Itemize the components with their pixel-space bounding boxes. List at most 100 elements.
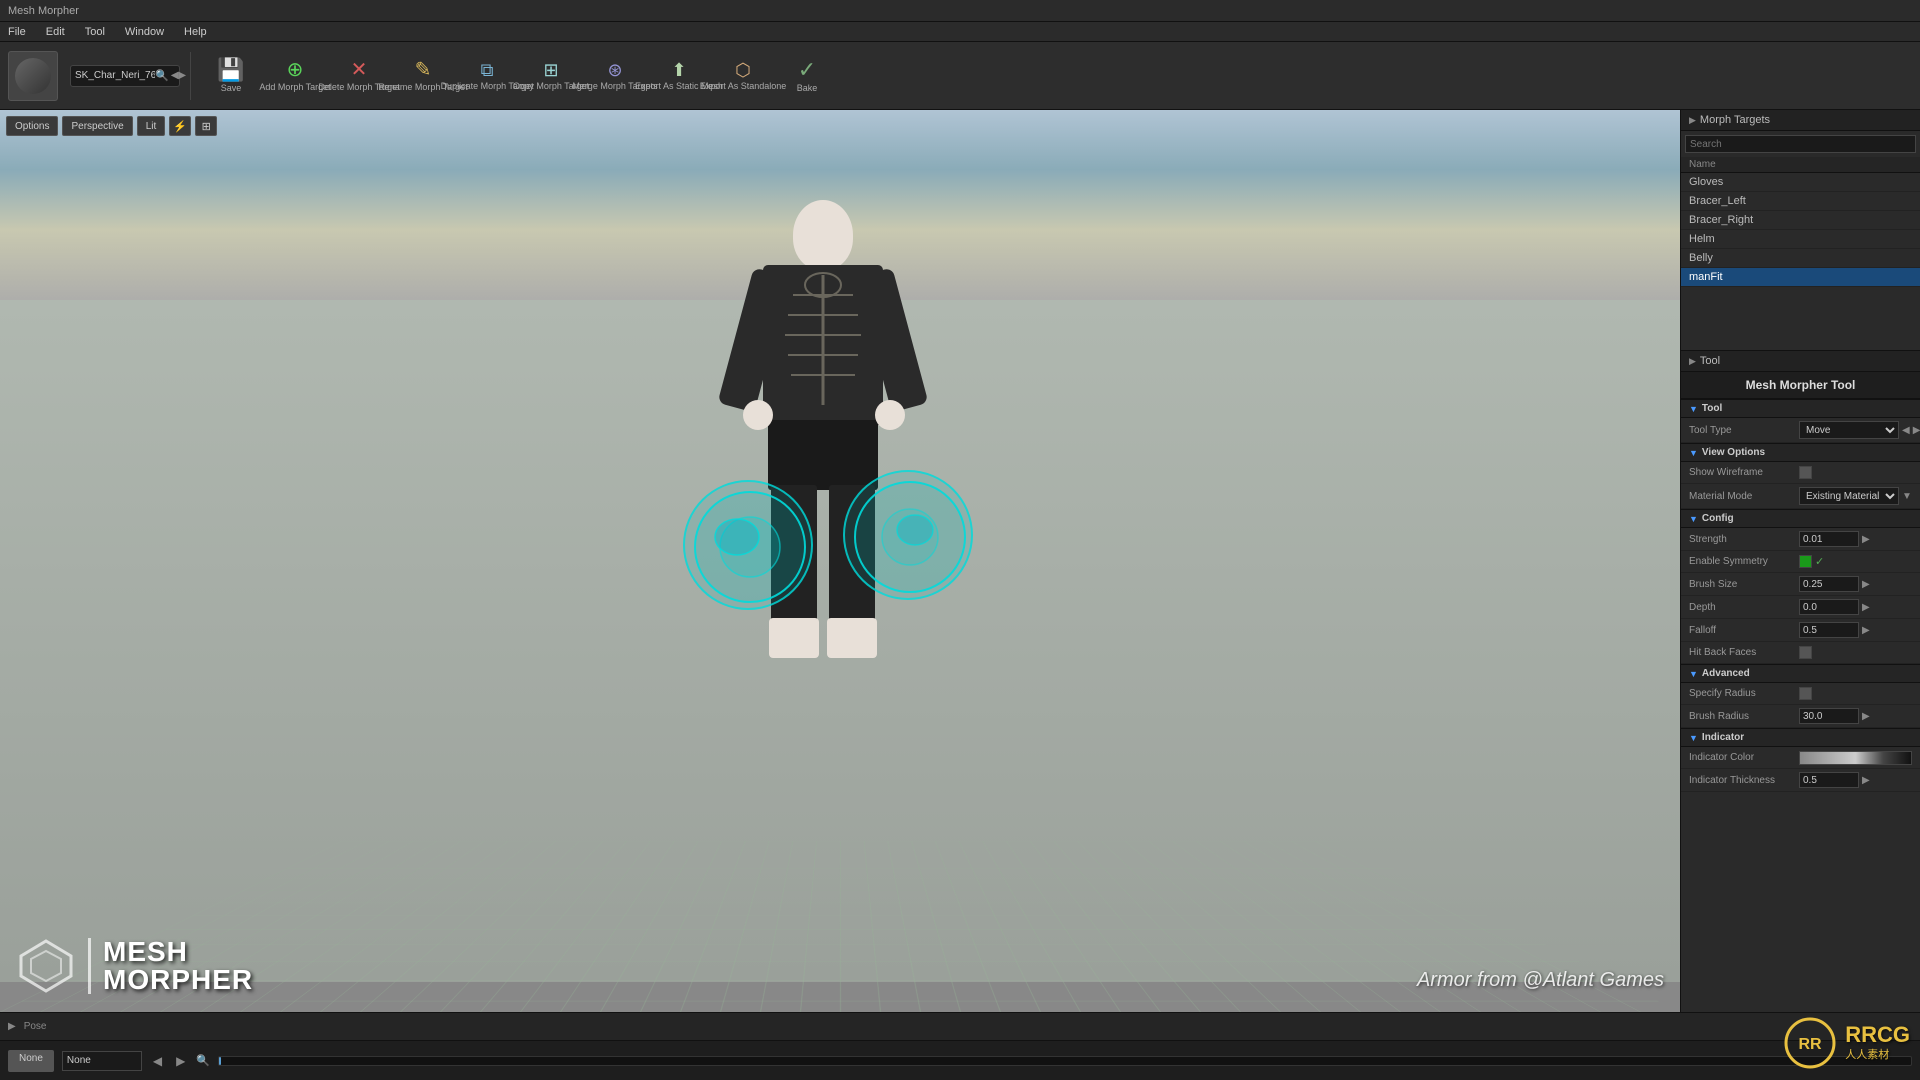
material-mode-arrow[interactable]: ▼ bbox=[1902, 491, 1912, 502]
depth-label: Depth bbox=[1689, 602, 1799, 613]
copy-morph-target-button[interactable]: ⊞ Copy Morph Target bbox=[521, 47, 581, 105]
perspective-button[interactable]: Perspective bbox=[62, 116, 132, 136]
indicator-thickness-input[interactable] bbox=[1799, 772, 1859, 788]
enable-symmetry-checkbox[interactable] bbox=[1799, 555, 1812, 568]
brush-visual-right bbox=[845, 472, 975, 602]
specify-radius-value bbox=[1799, 687, 1912, 700]
brush-radius-input[interactable] bbox=[1799, 708, 1859, 724]
asset-search-box[interactable]: 🔍 ◀ ▶ bbox=[70, 65, 180, 87]
next-icon[interactable]: ▶ bbox=[178, 70, 186, 81]
export-standalone-button[interactable]: ⬡ Export As Standalone bbox=[713, 47, 773, 105]
options-button[interactable]: Options bbox=[6, 116, 58, 136]
asset-thumbnail bbox=[8, 51, 58, 101]
morph-search-input[interactable] bbox=[1685, 135, 1916, 153]
export-static-mesh-button[interactable]: ⬆ Export As Static Mesh bbox=[649, 47, 709, 105]
tool-type-icon-prev[interactable]: ◀ bbox=[1902, 425, 1910, 436]
menu-bar: File Edit Tool Window Help bbox=[0, 22, 1920, 42]
toolbar-separator-1 bbox=[190, 52, 191, 100]
depth-row: Depth ▶ bbox=[1681, 596, 1920, 619]
viewport-icon-1[interactable]: ⚡ bbox=[169, 116, 191, 136]
tool-type-icon-next[interactable]: ▶ bbox=[1913, 425, 1920, 436]
menu-window[interactable]: Window bbox=[121, 26, 168, 38]
indicator-tri: ▼ bbox=[1689, 733, 1698, 743]
falloff-label: Falloff bbox=[1689, 625, 1799, 636]
enable-symmetry-value: ✓ bbox=[1799, 555, 1912, 568]
char-hand-right bbox=[875, 400, 905, 430]
merge-icon: ⊛ bbox=[607, 61, 622, 79]
timeline-prev[interactable]: ◀ bbox=[150, 1054, 165, 1068]
depth-input[interactable] bbox=[1799, 599, 1859, 615]
tool-section-header[interactable]: ▶ Tool bbox=[1681, 351, 1920, 372]
prev-icon[interactable]: ◀ bbox=[171, 70, 179, 81]
brush-radius-arrow[interactable]: ▶ bbox=[1862, 711, 1870, 722]
indicator-color-bar[interactable] bbox=[1799, 751, 1912, 765]
strength-arrow[interactable]: ▶ bbox=[1862, 534, 1870, 545]
falloff-input[interactable] bbox=[1799, 622, 1859, 638]
brush-size-row: Brush Size ▶ bbox=[1681, 573, 1920, 596]
specify-radius-checkbox[interactable] bbox=[1799, 687, 1812, 700]
duplicate-icon: ⧉ bbox=[481, 61, 494, 79]
bake-button[interactable]: ✓ Bake bbox=[777, 47, 837, 105]
menu-tool[interactable]: Tool bbox=[81, 26, 109, 38]
tool-subsection-header[interactable]: ▼ Tool bbox=[1681, 399, 1920, 418]
indicator-header[interactable]: ▼ Indicator bbox=[1681, 728, 1920, 747]
brush-size-value: ▶ bbox=[1799, 576, 1912, 592]
char-boot-right bbox=[827, 618, 877, 658]
morph-item-bracer-left[interactable]: Bracer_Left bbox=[1681, 192, 1920, 211]
indicator-thickness-arrow[interactable]: ▶ bbox=[1862, 775, 1870, 786]
save-button[interactable]: 💾 Save bbox=[201, 47, 261, 105]
show-wireframe-checkbox[interactable] bbox=[1799, 466, 1812, 479]
falloff-arrow[interactable]: ▶ bbox=[1862, 625, 1870, 636]
brush-circle-right bbox=[843, 470, 973, 600]
rename-morph-target-button[interactable]: ✎ Rename Morph Target bbox=[393, 47, 453, 105]
view-options-header[interactable]: ▼ View Options bbox=[1681, 443, 1920, 462]
add-morph-target-button[interactable]: ⊕ Add Morph Target bbox=[265, 47, 325, 105]
menu-edit[interactable]: Edit bbox=[42, 26, 69, 38]
morph-targets-list: Name Gloves Bracer_Left Bracer_Right Hel… bbox=[1681, 131, 1920, 351]
rrcg-icon: RR bbox=[1783, 1016, 1837, 1070]
none-button[interactable]: None bbox=[8, 1050, 54, 1072]
depth-arrow[interactable]: ▶ bbox=[1862, 602, 1870, 613]
view-options-label: View Options bbox=[1702, 447, 1765, 458]
morph-targets-section-header[interactable]: ▶ Morph Targets bbox=[1681, 110, 1920, 131]
asset-search-input[interactable] bbox=[75, 70, 155, 81]
morph-item-gloves[interactable]: Gloves bbox=[1681, 173, 1920, 192]
strength-input[interactable] bbox=[1799, 531, 1859, 547]
standalone-label: Export As Standalone bbox=[700, 82, 787, 92]
delete-morph-target-button[interactable]: ✕ Delete Morph Target bbox=[329, 47, 389, 105]
timeline-input[interactable] bbox=[62, 1051, 142, 1071]
enable-symmetry-row: Enable Symmetry ✓ bbox=[1681, 551, 1920, 573]
timeline-next[interactable]: ▶ bbox=[173, 1054, 188, 1068]
svg-text:RR: RR bbox=[1799, 1036, 1823, 1053]
morph-item-belly[interactable]: Belly bbox=[1681, 249, 1920, 268]
morph-item-bracer-right[interactable]: Bracer_Right bbox=[1681, 211, 1920, 230]
advanced-tri: ▼ bbox=[1689, 669, 1698, 679]
config-tri: ▼ bbox=[1689, 514, 1698, 524]
indicator-thickness-label: Indicator Thickness bbox=[1689, 775, 1799, 786]
material-mode-dropdown[interactable]: Existing Material Wireframe bbox=[1799, 487, 1899, 505]
morph-item-helm[interactable]: Helm bbox=[1681, 230, 1920, 249]
duplicate-morph-target-button[interactable]: ⧉ Duplicate Morph Target bbox=[457, 47, 517, 105]
viewport[interactable]: Options Perspective Lit ⚡ ⊞ MESH MORPHER bbox=[0, 110, 1680, 1012]
timeline-search-icon[interactable]: 🔍 bbox=[196, 1054, 210, 1067]
timeline-track[interactable] bbox=[218, 1056, 1912, 1066]
viewport-icon-2[interactable]: ⊞ bbox=[195, 116, 217, 136]
add-icon: ⊕ bbox=[287, 60, 304, 80]
brush-size-arrow[interactable]: ▶ bbox=[1862, 579, 1870, 590]
hit-back-faces-row: Hit Back Faces bbox=[1681, 642, 1920, 664]
strength-label: Strength bbox=[1689, 534, 1799, 545]
title-text: Mesh Morpher bbox=[8, 5, 79, 17]
lit-button[interactable]: Lit bbox=[137, 116, 166, 136]
menu-help[interactable]: Help bbox=[180, 26, 211, 38]
hit-back-faces-checkbox[interactable] bbox=[1799, 646, 1812, 659]
brush-size-input[interactable] bbox=[1799, 576, 1859, 592]
symmetry-check-icon[interactable]: ✓ bbox=[1815, 555, 1824, 568]
search-icon[interactable]: 🔍 bbox=[155, 69, 169, 82]
indicator-thickness-value: ▶ bbox=[1799, 772, 1912, 788]
morph-item-manfit[interactable]: manFit bbox=[1681, 268, 1920, 287]
config-header[interactable]: ▼ Config bbox=[1681, 509, 1920, 528]
advanced-header[interactable]: ▼ Advanced bbox=[1681, 664, 1920, 683]
menu-file[interactable]: File bbox=[4, 26, 30, 38]
tool-type-dropdown[interactable]: Move Smooth Inflate bbox=[1799, 421, 1899, 439]
merge-morph-targets-button[interactable]: ⊛ Merge Morph Targets bbox=[585, 47, 645, 105]
